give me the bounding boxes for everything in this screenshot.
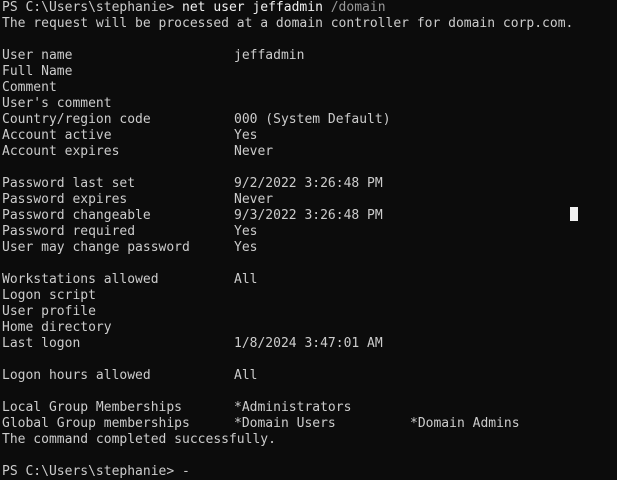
command-text: net user jeffadmin: [182, 0, 323, 15]
field-row: User may change password Yes: [0, 240, 617, 256]
field-row: Password required Yes: [0, 224, 617, 240]
field-label: Global Group memberships: [2, 416, 190, 431]
field-row: Local Group Memberships *Administrators: [0, 400, 617, 416]
text-cursor-block: [570, 207, 578, 221]
field-row: Full Name: [0, 64, 617, 80]
field-label: User name: [2, 48, 73, 63]
field-label: User's comment: [2, 96, 112, 111]
field-value: 9/3/2022 3:26:48 PM: [234, 208, 383, 223]
command-flag: /domain: [322, 0, 386, 15]
field-row: Account expires Never: [0, 144, 617, 160]
field-label: Workstations allowed: [2, 272, 159, 287]
field-value: Never: [234, 144, 274, 159]
field-row: User name jeffadmin: [0, 48, 617, 64]
field-value: All: [234, 272, 258, 287]
field-label: Logon script: [2, 288, 96, 303]
field-row: Comment: [0, 80, 617, 96]
field-label: Home directory: [2, 320, 112, 335]
field-label: Comment: [2, 80, 57, 95]
terminal-window[interactable]: PS C:\Users\stephanie> net user jeffadmi…: [0, 0, 617, 479]
field-value: 9/2/2022 3:26:48 PM: [234, 176, 383, 191]
field-row: Last logon 1/8/2024 3:47:01 AM: [0, 336, 617, 352]
final-prompt-line[interactable]: PS C:\Users\stephanie> -: [0, 464, 617, 480]
field-value-extra: *Domain Admins: [410, 416, 520, 431]
command-line: PS C:\Users\stephanie> net user jeffadmi…: [0, 0, 617, 16]
field-label: Password last set: [2, 176, 136, 191]
field-label: User profile: [2, 304, 96, 319]
field-row: Country/region code 000 (System Default): [0, 112, 617, 128]
field-value: Never: [234, 192, 274, 207]
field-value: Yes: [234, 240, 258, 255]
field-value: jeffadmin: [234, 48, 305, 63]
field-label: Local Group Memberships: [2, 400, 183, 415]
field-value: *Domain Users: [234, 416, 336, 431]
notice-line: The request will be processed at a domai…: [2, 16, 574, 31]
field-label: Account active: [2, 128, 112, 143]
field-value: All: [234, 368, 258, 383]
field-label: Last logon: [2, 336, 81, 351]
field-row: Account active Yes: [0, 128, 617, 144]
field-label: Logon hours allowed: [2, 368, 151, 383]
field-label: Account expires: [2, 144, 120, 159]
field-value: Yes: [234, 224, 258, 239]
field-label: Full Name: [2, 64, 73, 79]
prompt-path: PS C:\Users\stephanie>: [2, 464, 175, 479]
field-row: Logon script: [0, 288, 617, 304]
field-value: Yes: [234, 128, 258, 143]
field-row: Home directory: [0, 320, 617, 336]
field-row: Password changeable 9/3/2022 3:26:48 PM: [0, 208, 617, 224]
field-row: Global Group memberships *Domain Users *Do…: [0, 416, 617, 432]
field-label: Password required: [2, 224, 136, 239]
field-value: *Administrators: [234, 400, 352, 415]
field-label: User may change password: [2, 240, 190, 255]
field-row: User's comment: [0, 96, 617, 112]
field-value: 1/8/2024 3:47:01 AM: [234, 336, 383, 351]
field-row: User profile: [0, 304, 617, 320]
field-row: Workstations allowed All: [0, 272, 617, 288]
field-row: Password last set 9/2/2022 3:26:48 PM: [0, 176, 617, 192]
prompt-path: PS C:\Users\stephanie>: [2, 0, 183, 15]
completion-line: The command completed successfully.: [2, 432, 276, 447]
field-label: Password changeable: [2, 208, 151, 223]
field-value: 000 (System Default): [234, 112, 391, 127]
field-row: Password expires Never: [0, 192, 617, 208]
prompt-input[interactable]: -: [174, 464, 190, 479]
field-label: Password expires: [2, 192, 128, 207]
field-row: Logon hours allowed All: [0, 368, 617, 384]
field-label: Country/region code: [2, 112, 151, 127]
